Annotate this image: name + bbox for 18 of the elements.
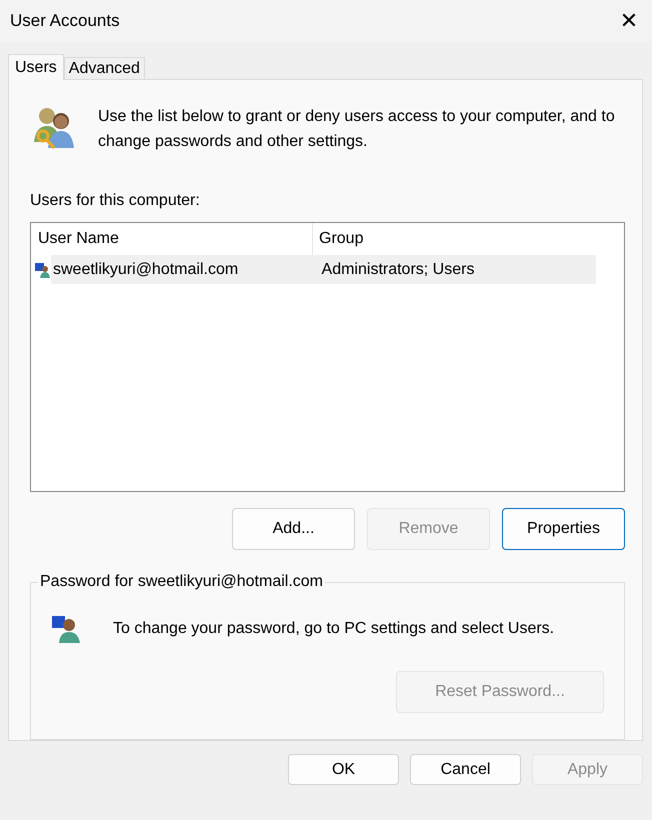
column-header[interactable]: Group xyxy=(313,223,595,255)
dialog-button[interactable]: OK xyxy=(288,754,399,785)
list-button[interactable]: Properties xyxy=(502,508,625,550)
window-title: User Accounts xyxy=(10,11,120,31)
group-title: Password for sweetlikyuri@hotmail.com xyxy=(38,573,325,591)
intro-text: Use the list below to grant or deny users access to your computer, and to change passwords and other settings. xyxy=(98,107,616,152)
user-icon xyxy=(51,613,83,645)
users-label: Users for this computer: xyxy=(30,192,201,210)
user-name-cell-text: sweetlikyuri@hotmail.com xyxy=(52,260,240,278)
tab[interactable]: Users xyxy=(8,54,64,80)
user-row[interactable]: sweetlikyuri@hotmail.com Administrators; Users xyxy=(51,255,596,284)
password-message: To change your password, go to PC settings and select Users. xyxy=(113,620,554,638)
list-button[interactable]: Add... xyxy=(232,508,355,550)
close-button[interactable]: ✕ xyxy=(606,0,652,42)
dialog-button[interactable]: Cancel xyxy=(410,754,521,785)
tab[interactable]: Advanced xyxy=(64,57,145,79)
group-cell-text: Administrators; Users xyxy=(320,260,476,278)
user-icon xyxy=(35,262,51,278)
